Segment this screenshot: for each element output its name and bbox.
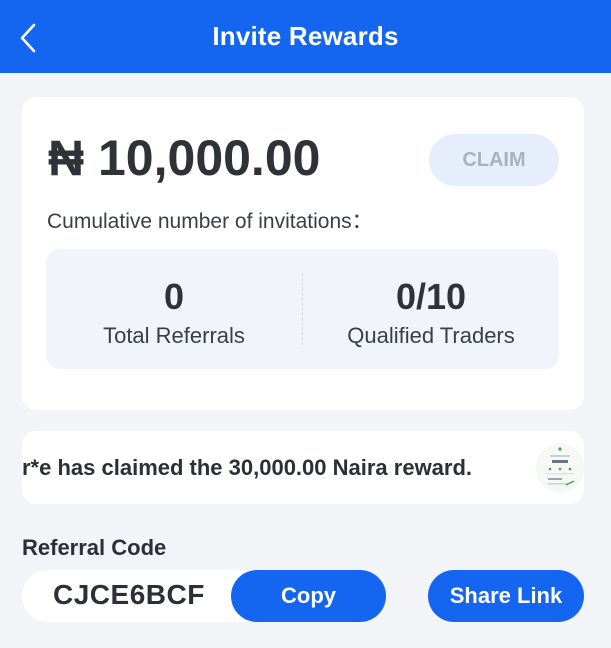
qualified-traders-value: 0/10 bbox=[395, 276, 467, 317]
page-title: Invite Rewards bbox=[212, 21, 399, 51]
cumulative-invitations-label: Cumulative number of invitations： bbox=[47, 210, 373, 233]
reward-thumbnail-image bbox=[536, 443, 584, 493]
total-referrals-stat: 0 Total Referrals bbox=[46, 249, 302, 369]
reward-amount: ₦ 10,000.00 bbox=[48, 130, 321, 186]
reward-card: ₦ 10,000.00 CLAIM Cumulative number of i… bbox=[22, 97, 584, 410]
total-referrals-value: 0 bbox=[163, 276, 185, 317]
stats-panel: 0 Total Referrals 0/10 Qualified Traders bbox=[46, 249, 559, 369]
referral-code-field: CJCE6BCF Copy bbox=[22, 570, 386, 622]
claim-button[interactable]: CLAIM bbox=[429, 134, 559, 186]
qualified-traders-label: Qualified Traders bbox=[347, 323, 515, 348]
total-referrals-label: Total Referrals bbox=[103, 323, 245, 348]
referral-code-label: Referral Code bbox=[22, 535, 167, 560]
share-link-button[interactable]: Share Link bbox=[428, 570, 584, 622]
ticker-message: r*e has claimed the 30,000.00 Naira rewa… bbox=[22, 455, 473, 480]
referral-code-value: CJCE6BCF bbox=[53, 579, 205, 610]
chevron-left-icon bbox=[20, 23, 36, 53]
app-header: Invite Rewards bbox=[0, 0, 611, 73]
qualified-traders-stat: 0/10 Qualified Traders bbox=[303, 249, 559, 369]
claim-ticker: r*e has claimed the 30,000.00 Naira rewa… bbox=[22, 431, 584, 504]
copy-button[interactable]: Copy bbox=[231, 570, 386, 622]
reward-thumbnail-graphic bbox=[546, 447, 575, 486]
back-button[interactable] bbox=[14, 22, 42, 54]
